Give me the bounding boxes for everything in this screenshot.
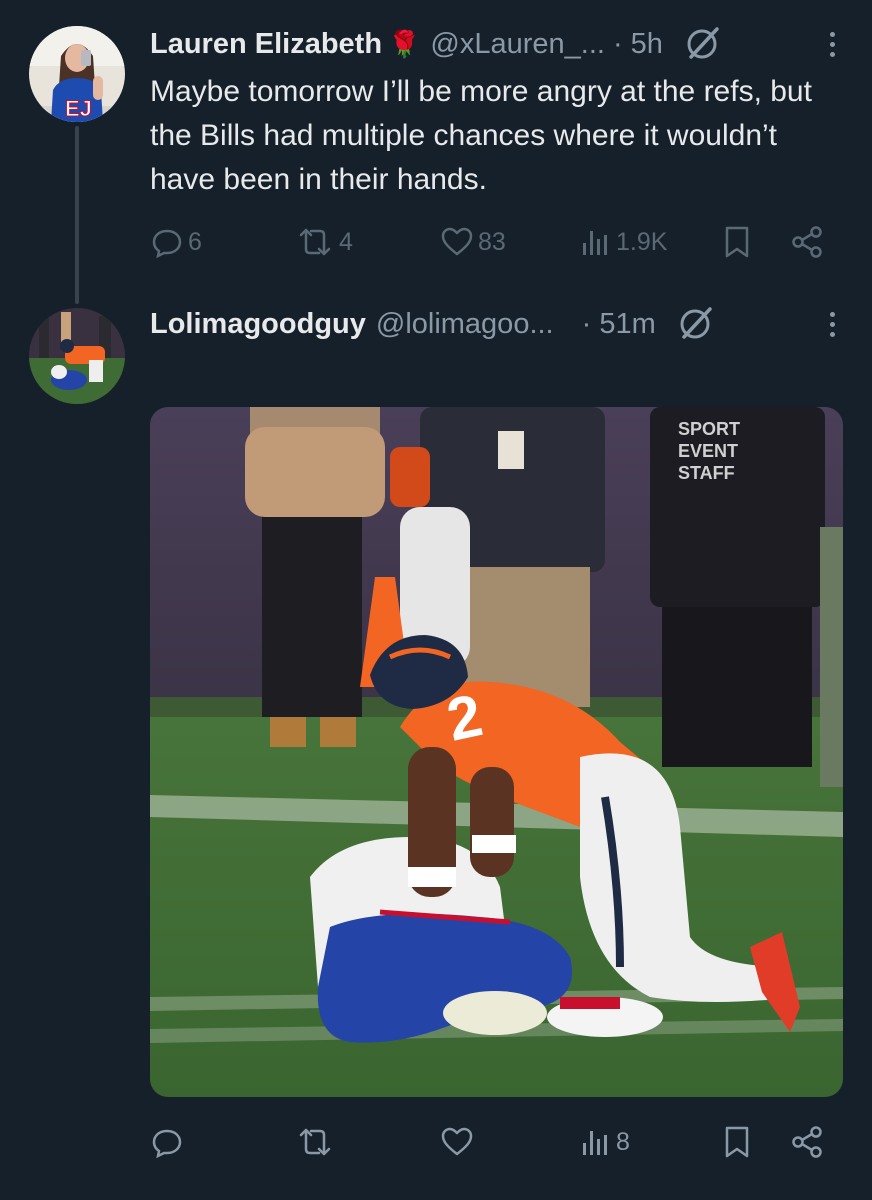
svg-text:EVENT: EVENT — [678, 441, 738, 461]
reply-icon — [152, 1129, 182, 1159]
share-icon — [792, 1126, 822, 1158]
author-name[interactable]: Lolimagoodguy — [150, 308, 366, 341]
reply-button[interactable] — [150, 1122, 188, 1162]
share-button[interactable] — [790, 222, 824, 262]
repost-button[interactable]: 4 — [295, 222, 353, 262]
views-button[interactable]: 1.9K — [580, 222, 667, 262]
tweet-lauren[interactable]: EJ Lauren Elizabeth 🌹 @xLauren_... · 5h … — [0, 0, 872, 304]
tweet-lolimagoodguy[interactable]: Lolimagoodguy @lolimagoo... · 51m SPORT … — [0, 290, 872, 1200]
author-name[interactable]: Lauren Elizabeth — [150, 28, 382, 61]
repost-icon — [299, 228, 331, 256]
tweet-text: Maybe tomorrow I’ll be more angry at the… — [150, 75, 812, 196]
share-icon — [792, 226, 822, 258]
heart-icon — [441, 227, 473, 256]
svg-text:EJ: EJ — [65, 96, 92, 121]
avatar-lauren[interactable]: EJ — [29, 26, 125, 122]
grok-icon[interactable] — [683, 25, 721, 63]
share-button[interactable] — [790, 1122, 824, 1162]
tweet-media-photo[interactable]: SPORT EVENT STAFF 2 — [150, 407, 843, 1097]
svg-text:SPORT: SPORT — [678, 419, 740, 439]
avatar-football-players-icon — [29, 308, 125, 404]
bookmark-button[interactable] — [722, 1122, 752, 1162]
svg-text:STAFF: STAFF — [678, 463, 735, 483]
views-button[interactable]: 8 — [580, 1122, 630, 1162]
tweet-timestamp[interactable]: · 5h — [613, 28, 663, 61]
rose-emoji: 🌹 — [388, 28, 421, 59]
author-handle[interactable]: @xLauren_... — [430, 28, 605, 61]
reply-button[interactable]: 6 — [150, 222, 202, 262]
like-button[interactable]: 83 — [440, 222, 506, 262]
thread-connector-line — [75, 126, 79, 304]
more-options-icon[interactable] — [822, 304, 842, 344]
bookmark-icon — [725, 226, 749, 258]
tweet-timestamp[interactable]: · 51m — [582, 308, 656, 341]
football-photo-icon: SPORT EVENT STAFF 2 — [150, 407, 843, 1097]
views-chart-icon — [583, 231, 607, 255]
tweet-actions: 8 — [150, 1122, 832, 1162]
like-button[interactable] — [440, 1122, 478, 1162]
grok-icon[interactable] — [676, 305, 714, 343]
bookmark-icon — [725, 1126, 749, 1158]
more-options-icon[interactable] — [822, 24, 842, 64]
heart-icon — [441, 1127, 473, 1156]
repost-count: 4 — [339, 227, 353, 256]
avatar-fan-in-bills-jersey-icon: EJ — [29, 26, 125, 122]
tweet-header: Lolimagoodguy @lolimagoo... · 51m — [150, 304, 842, 344]
bookmark-button[interactable] — [722, 222, 752, 262]
repost-button[interactable] — [295, 1122, 339, 1162]
like-count: 83 — [478, 227, 506, 256]
reply-count: 6 — [188, 227, 202, 256]
repost-icon — [299, 1128, 331, 1156]
view-count: 8 — [616, 1127, 630, 1156]
avatar-lolimagoodguy[interactable] — [29, 308, 125, 404]
tweet-header: Lauren Elizabeth 🌹 @xLauren_... · 5h — [150, 24, 842, 64]
views-chart-icon — [583, 1131, 607, 1155]
tweet-actions: 6 4 83 1.9K — [150, 222, 832, 262]
author-handle[interactable]: @lolimagoo... — [376, 308, 554, 341]
reply-icon — [152, 229, 182, 259]
view-count: 1.9K — [616, 227, 668, 256]
